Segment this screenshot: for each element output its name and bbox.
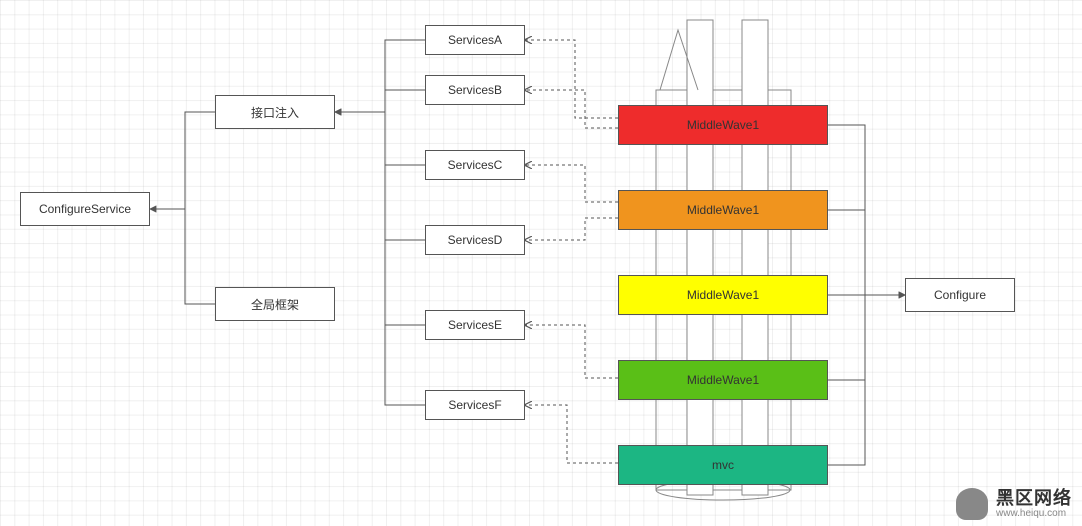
- label: ServicesB: [448, 83, 502, 97]
- connectors: [0, 0, 1082, 526]
- label: ServicesC: [448, 158, 503, 172]
- label: ServicesD: [448, 233, 503, 247]
- node-middleware-3: MiddleWave1: [618, 275, 828, 315]
- node-interface-inject: 接口注入: [215, 95, 335, 129]
- label: ConfigureService: [39, 202, 131, 216]
- node-middleware-4: MiddleWave1: [618, 360, 828, 400]
- label: ServicesA: [448, 33, 502, 47]
- node-services-c: ServicesC: [425, 150, 525, 180]
- node-services-e: ServicesE: [425, 310, 525, 340]
- watermark-url: www.heiqu.com: [996, 508, 1072, 519]
- node-services-f: ServicesF: [425, 390, 525, 420]
- watermark: 黑区网络 www.heiqu.com: [956, 488, 1072, 520]
- node-middleware-5: mvc: [618, 445, 828, 485]
- node-middleware-2: MiddleWave1: [618, 190, 828, 230]
- label: mvc: [712, 458, 734, 472]
- node-configure: Configure: [905, 278, 1015, 312]
- node-services-a: ServicesA: [425, 25, 525, 55]
- node-configure-service: ConfigureService: [20, 192, 150, 226]
- label: MiddleWave1: [687, 203, 759, 217]
- label: Configure: [934, 288, 986, 302]
- label: MiddleWave1: [687, 288, 759, 302]
- watermark-title: 黑区网络: [996, 489, 1072, 509]
- label: 全局框架: [251, 296, 299, 313]
- label: MiddleWave1: [687, 118, 759, 132]
- label: MiddleWave1: [687, 373, 759, 387]
- label: 接口注入: [251, 104, 299, 121]
- label: ServicesF: [448, 398, 501, 412]
- node-global-frame: 全局框架: [215, 287, 335, 321]
- mushroom-icon: [956, 488, 988, 520]
- node-services-d: ServicesD: [425, 225, 525, 255]
- node-middleware-1: MiddleWave1: [618, 105, 828, 145]
- label: ServicesE: [448, 318, 502, 332]
- node-services-b: ServicesB: [425, 75, 525, 105]
